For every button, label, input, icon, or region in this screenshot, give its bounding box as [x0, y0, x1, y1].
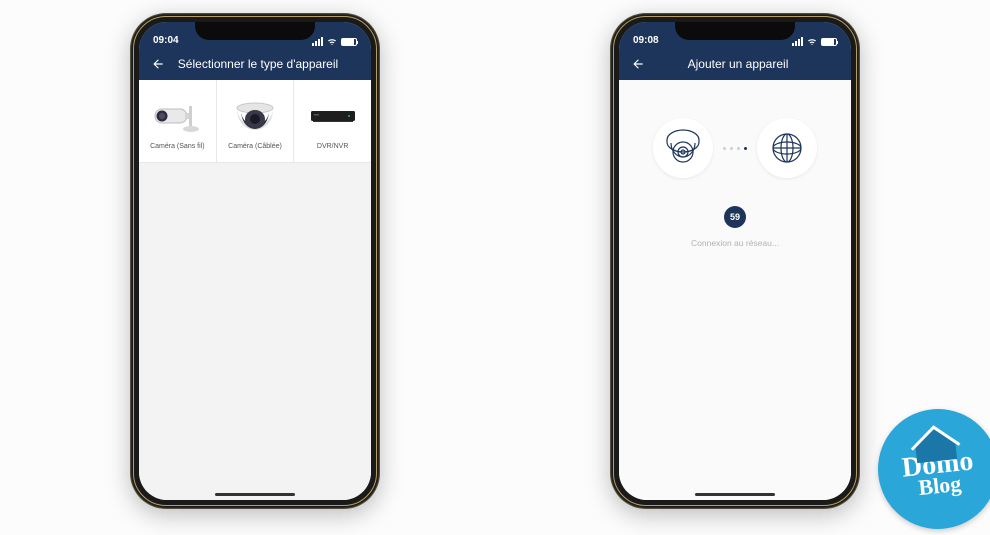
progress-dots [723, 147, 747, 150]
home-indicator[interactable] [695, 493, 775, 496]
screen-right: 09:08 Ajouter un appareil [619, 22, 851, 500]
status-icons [792, 37, 837, 46]
battery-icon [341, 38, 357, 46]
home-indicator[interactable] [215, 493, 295, 496]
content-area: Caméra (Sans fil) Caméra [139, 80, 371, 500]
notch [195, 22, 315, 40]
nav-bar: Sélectionner le type d'appareil [139, 48, 371, 80]
status-icons [312, 37, 357, 46]
page-title: Sélectionner le type d'appareil [155, 57, 361, 71]
phone-right: 09:08 Ajouter un appareil [610, 13, 860, 509]
camera-dome-icon [230, 93, 280, 137]
wifi-icon [807, 38, 817, 46]
device-type-grid: Caméra (Sans fil) Caméra [139, 80, 371, 163]
wifi-icon [327, 38, 337, 46]
tile-dvr-nvr[interactable]: DVR/NVR [294, 80, 371, 162]
camera-bullet-icon [149, 93, 205, 137]
globe-icon [757, 118, 817, 178]
phones-container: 09:04 Sélectionner le type d'appareil [0, 0, 990, 509]
tile-label: Caméra (Câblée) [226, 143, 284, 150]
tile-label: Caméra (Sans fil) [148, 143, 206, 150]
house-icon [905, 420, 965, 466]
tile-camera-wired[interactable]: Caméra (Câblée) [217, 80, 294, 162]
battery-icon [821, 38, 837, 46]
nav-bar: Ajouter un appareil [619, 48, 851, 80]
tile-camera-wireless[interactable]: Caméra (Sans fil) [139, 80, 216, 162]
content-area: 59 Connexion au réseau... [619, 80, 851, 500]
status-time: 09:04 [153, 35, 179, 46]
phone-left: 09:04 Sélectionner le type d'appareil [130, 13, 380, 509]
screen-left: 09:04 Sélectionner le type d'appareil [139, 22, 371, 500]
device-dome-icon [653, 118, 713, 178]
tile-label: DVR/NVR [315, 143, 351, 150]
signal-icon [312, 37, 323, 46]
connection-illustration [653, 118, 817, 178]
watermark-line2: Blog [917, 473, 962, 499]
page-title: Ajouter un appareil [635, 57, 841, 71]
countdown-timer: 59 [724, 206, 746, 228]
connection-status-text: Connexion au réseau... [691, 238, 779, 248]
dvr-icon [305, 93, 361, 137]
signal-icon [792, 37, 803, 46]
status-time: 09:08 [633, 35, 659, 46]
notch [675, 22, 795, 40]
